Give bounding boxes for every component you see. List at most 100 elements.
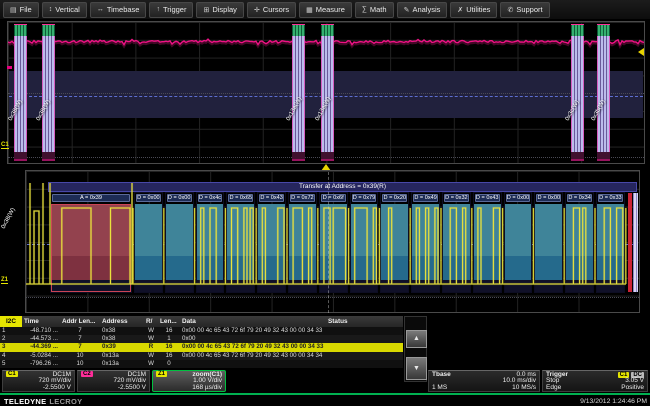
menu-button-label: Trigger	[163, 5, 186, 14]
data-byte-label: D = 0x00	[167, 194, 192, 202]
data-byte-label: D = 0x6f	[321, 194, 346, 202]
table-cell: R	[144, 343, 158, 351]
data-byte-label: D = 0x65	[228, 194, 253, 202]
menu-analysis-button[interactable]: ✎Analysis	[397, 2, 448, 18]
i2c-burst: 0x3c(W)	[571, 24, 584, 161]
table-cell: 7	[60, 327, 100, 335]
field-body	[351, 204, 378, 292]
status-bar: TELEDYNELECROY 9/13/2012 1:24:46 PM	[0, 393, 650, 406]
decode-table-row[interactable]: 3-44.369 ...70x39R160x00 00 4c 65 43 72 …	[0, 343, 403, 351]
c2-offset-marker[interactable]	[7, 66, 12, 69]
data-byte-label: D = 0x34	[567, 194, 592, 202]
trigger-slope: Positive	[621, 384, 644, 391]
trigger-box[interactable]: Trigger C1DC Stop 3.05 V Edge Positive	[542, 370, 648, 392]
c1-zero-marker[interactable]: C1	[1, 142, 9, 149]
menu-math-button[interactable]: ∑Math	[355, 2, 394, 18]
decode-table-row[interactable]: 2-44.573 ...70x38W10x00	[0, 335, 403, 343]
data-byte-label: D = 0x49	[413, 194, 438, 202]
decoder-tab[interactable]: I2C	[0, 316, 22, 327]
measure-icon: ▦	[306, 6, 313, 14]
column-header-addr-len-: Addr Len...	[60, 316, 100, 327]
field-body	[166, 204, 193, 292]
vertical-icon: ↕	[49, 6, 53, 13]
z1-descriptor-box[interactable]: Z1 zoom(C1) 1.00 V/div 168 µs/div	[152, 370, 226, 392]
menu-measure-button[interactable]: ▦Measure	[299, 2, 352, 18]
field-body	[197, 204, 224, 292]
decode-table: I2CTimeAddr Len...AddressR/Len...DataSta…	[0, 316, 403, 368]
table-cell: 0x38	[100, 327, 144, 335]
burst-bottom-cap	[321, 152, 334, 161]
field-body	[381, 204, 408, 292]
menu-trigger-button[interactable]: ↑Trigger	[149, 2, 193, 18]
burst-bottom-cap	[14, 152, 27, 161]
table-scrollbar[interactable]: ▲ ▼	[404, 316, 427, 382]
table-cell	[326, 352, 403, 360]
data-byte-label: D = 0x00	[536, 194, 561, 202]
menu-file-button[interactable]: ▤File	[3, 2, 39, 18]
table-cell: 4	[0, 352, 22, 360]
table-cell: 0x00 00 4c 65 43 72 6f 79 20 49 32 43 00…	[180, 343, 326, 351]
menu-support-button[interactable]: ✆Support	[500, 2, 549, 18]
z1-hscale: 168 µs/div	[192, 384, 222, 391]
zoom-waveform-grid[interactable]: Transfer at Address = 0x39(R) A = 0x39 D …	[25, 170, 640, 313]
decode-table-row[interactable]: 4-5.0284 ...100x13aW160x00 00 4c 65 43 7…	[0, 352, 403, 360]
oscilloscope-app: ▤File↕Vertical↔Timebase↑Trigger⊞Display✛…	[0, 0, 650, 406]
analysis-icon: ✎	[404, 6, 410, 14]
support-icon: ✆	[507, 6, 513, 14]
table-header-row: I2CTimeAddr Len...AddressR/Len...DataSta…	[0, 316, 403, 327]
menu-display-button[interactable]: ⊞Display	[196, 2, 243, 18]
cursors-icon: ✛	[254, 6, 260, 14]
z1-zero-marker[interactable]: Z1	[1, 277, 8, 284]
menu-utilities-button[interactable]: ✗Utilities	[450, 2, 497, 18]
i2c-burst: 0x3b(W)	[597, 24, 610, 161]
timebase-icon: ↔	[97, 6, 104, 13]
decode-table-row[interactable]: 1-48.710 ...70x38W160x00 00 4c 65 43 72 …	[0, 327, 403, 335]
table-cell	[326, 327, 403, 335]
table-cell: 0x00 00 4c 65 43 72 6f 79 20 49 32 43 00…	[180, 352, 326, 360]
trigger-level-marker[interactable]	[638, 48, 644, 56]
file-icon: ▤	[10, 6, 17, 14]
timebase-box[interactable]: Tbase 0.0 ms 10.0 ms/div 1 MS 10 MS/s	[428, 370, 540, 392]
table-cell: 0x38	[100, 335, 144, 343]
address-field-label: A = 0x39	[52, 194, 130, 202]
menu-vertical-button[interactable]: ↕Vertical	[42, 2, 87, 18]
table-cell: 5	[0, 360, 22, 368]
c1-offset: -2.5500 V	[43, 384, 71, 391]
data-byte-field: D = 0x65	[227, 193, 254, 292]
scroll-up-button[interactable]: ▲	[406, 330, 427, 348]
table-cell: -48.710 ...	[22, 327, 60, 335]
table-cell: W	[144, 360, 158, 368]
decode-table-row[interactable]: 5-796.26 ...100x13aW0	[0, 360, 403, 368]
field-body	[443, 204, 470, 292]
menu-bar: ▤File↕Vertical↔Timebase↑Trigger⊞Display✛…	[0, 0, 650, 19]
table-cell: W	[144, 327, 158, 335]
data-byte-label: D = 0x79	[352, 194, 377, 202]
scroll-down-button[interactable]: ▼	[406, 357, 427, 380]
table-cell: 2	[0, 335, 22, 343]
table-cell	[326, 360, 403, 368]
c2-descriptor-box[interactable]: C2 DC1M 720 mV/div -2.5500 V	[77, 370, 150, 392]
data-byte-label: D = 0x33	[598, 194, 623, 202]
table-cell: 10	[60, 360, 100, 368]
menu-button-label: Cursors	[263, 5, 289, 14]
menu-cursors-button[interactable]: ✛Cursors	[247, 2, 296, 18]
main-waveform-grid[interactable]: 0x38(W)0x38(W)0x13a(W)0x13a(W)0x3c(W)0x3…	[7, 21, 645, 164]
field-body	[535, 204, 562, 292]
data-byte-field: D = 0x00	[135, 193, 162, 292]
i2c-burst: 0x13a(W)	[321, 24, 334, 161]
column-header-time: Time	[22, 316, 60, 327]
menu-timebase-button[interactable]: ↔Timebase	[90, 2, 147, 18]
field-body	[227, 204, 254, 292]
data-byte-label: D = 0x72	[290, 194, 315, 202]
field-body	[320, 204, 347, 292]
address-field: A = 0x39	[51, 193, 131, 292]
table-cell: 0x00	[180, 335, 326, 343]
table-cell	[326, 335, 403, 343]
c1-descriptor-box[interactable]: C1 DC1M 720 mV/div -2.5500 V	[2, 370, 75, 392]
table-cell: 10	[60, 352, 100, 360]
menu-button-label: Utilities	[466, 5, 490, 14]
decode-transfer-banner: Transfer at Address = 0x39(R)	[48, 182, 637, 192]
data-byte-field: D = 0x00	[166, 193, 193, 292]
data-byte-label: D = 0x43	[475, 194, 500, 202]
i2c-burst: 0x13a(W)	[292, 24, 305, 161]
